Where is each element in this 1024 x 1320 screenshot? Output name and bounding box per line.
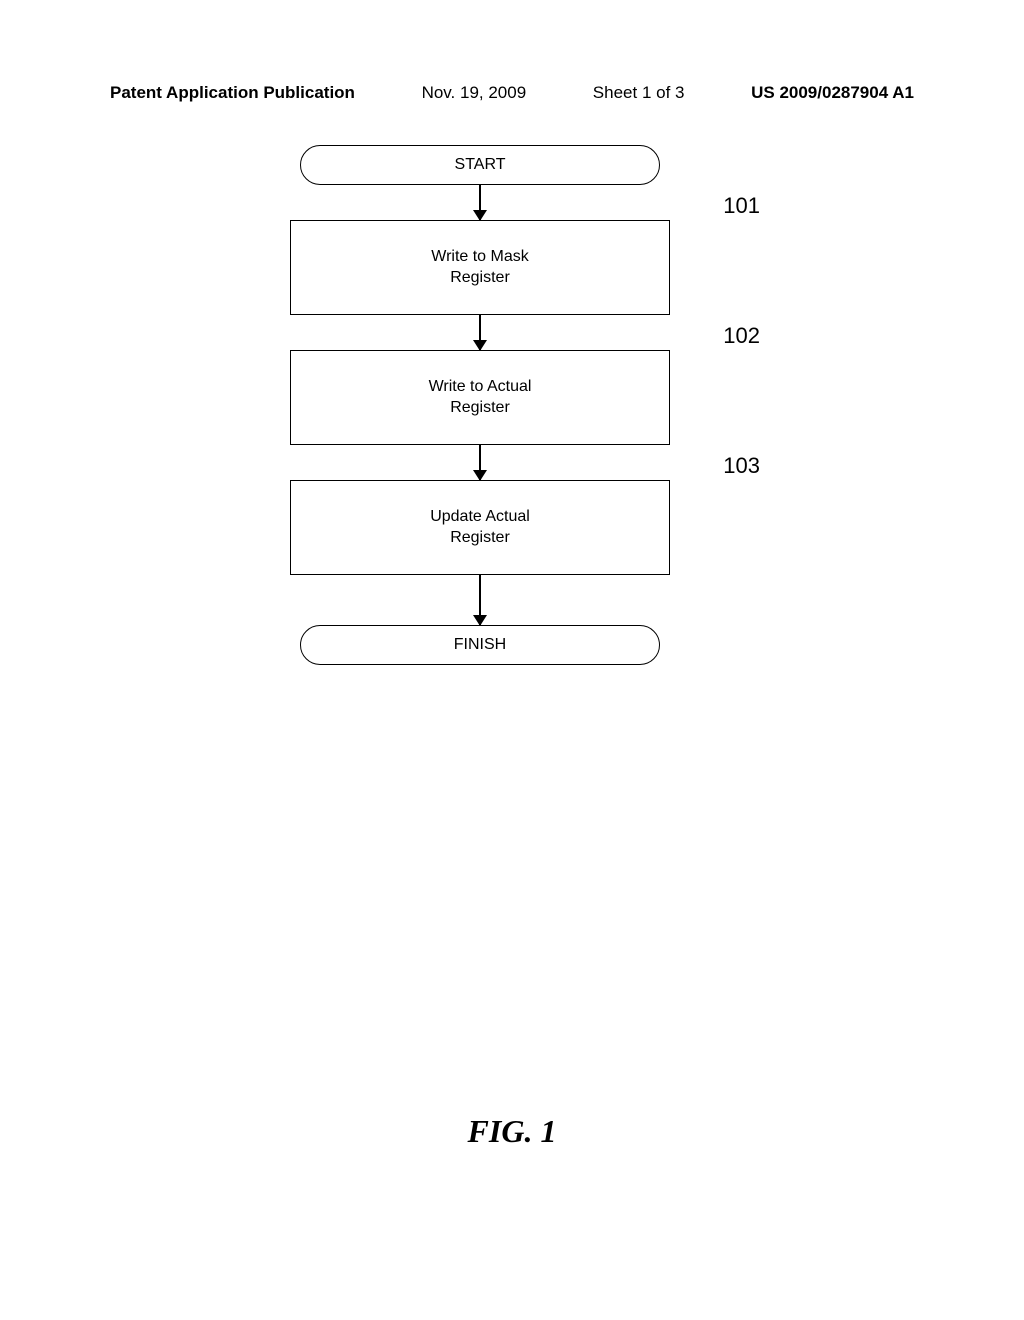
arrow-connector: 101 bbox=[290, 185, 670, 220]
process-text-line: Update Actual bbox=[430, 507, 530, 528]
start-label: START bbox=[455, 156, 506, 174]
step-ref-102: 102 bbox=[723, 323, 760, 349]
page-header: Patent Application Publication Nov. 19, … bbox=[0, 83, 1024, 103]
figure-label: FIG. 1 bbox=[468, 1113, 557, 1150]
finish-terminator: FINISH bbox=[300, 625, 660, 665]
flowchart-diagram: START 101 Write to Mask Register 102 Wri… bbox=[290, 145, 670, 665]
process-text-line: Write to Actual bbox=[429, 377, 532, 398]
process-step-3: Update Actual Register bbox=[290, 480, 670, 575]
finish-label: FINISH bbox=[454, 636, 506, 654]
arrow-connector: 102 bbox=[290, 315, 670, 350]
process-step-2: Write to Actual Register bbox=[290, 350, 670, 445]
step-ref-101: 101 bbox=[723, 193, 760, 219]
step-ref-103: 103 bbox=[723, 453, 760, 479]
publication-number: US 2009/0287904 A1 bbox=[751, 83, 914, 103]
arrow-connector bbox=[290, 575, 670, 625]
process-text-line: Register bbox=[450, 528, 510, 549]
publication-date: Nov. 19, 2009 bbox=[422, 83, 527, 103]
publication-text: Patent Application Publication bbox=[110, 83, 355, 103]
arrow-connector: 103 bbox=[290, 445, 670, 480]
process-step-1: Write to Mask Register bbox=[290, 220, 670, 315]
process-text-line: Write to Mask bbox=[431, 247, 529, 268]
process-text-line: Register bbox=[450, 398, 510, 419]
start-terminator: START bbox=[300, 145, 660, 185]
process-text-line: Register bbox=[450, 268, 510, 289]
sheet-number: Sheet 1 of 3 bbox=[593, 83, 685, 103]
